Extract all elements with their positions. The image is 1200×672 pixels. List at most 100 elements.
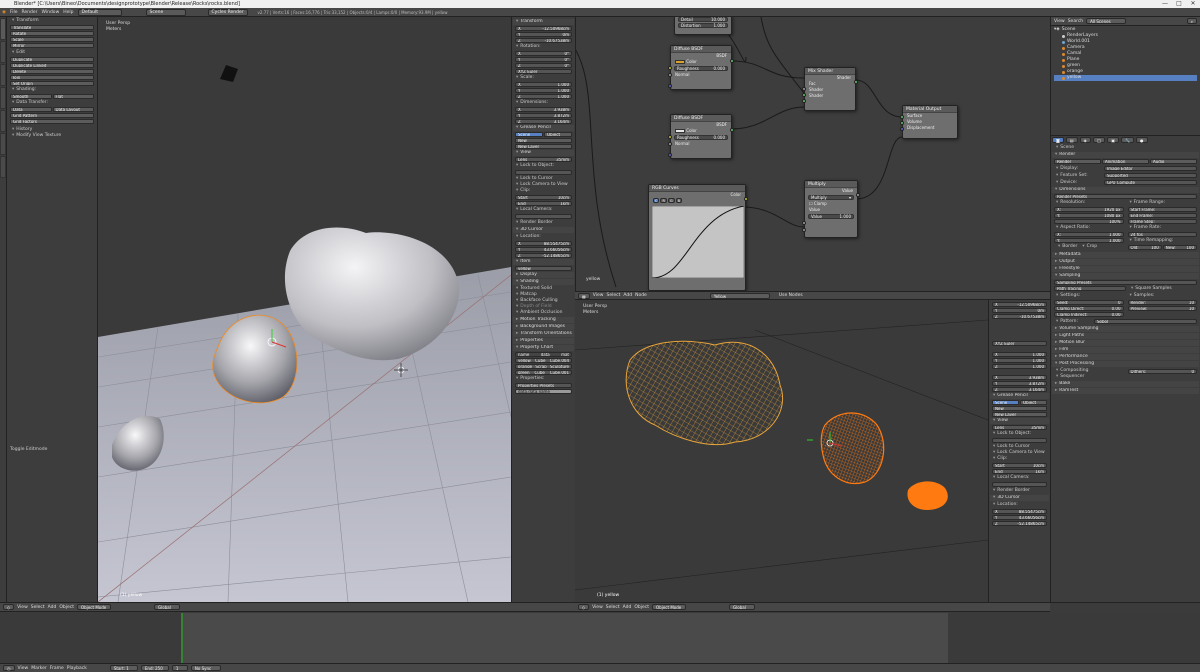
set-origin-button[interactable]: Set Origin <box>10 81 94 86</box>
grease-scene-button[interactable]: Scene <box>515 132 543 137</box>
sampling-presets-select[interactable]: Sampling Presets <box>1054 280 1197 285</box>
editor-type-icon[interactable]: ▦ <box>578 292 590 299</box>
node-diffuse-bsdf-1[interactable]: Diffuse BSDF BSDF Color Roughness 0.000 N… <box>668 45 734 90</box>
mode-select[interactable]: Object Mode <box>652 604 687 610</box>
section-modify-view[interactable]: Modify View Texture <box>8 133 96 139</box>
viewport-3d-secondary[interactable]: User Persp Meters (1) yellow <box>575 300 988 602</box>
lens-field[interactable]: Lens 35mm <box>515 157 572 162</box>
menu-select[interactable]: Select <box>606 605 620 610</box>
close-button[interactable]: ✕ <box>1186 0 1200 8</box>
tab-tools[interactable] <box>0 18 6 40</box>
pattern-select[interactable]: Sobol <box>1094 319 1197 324</box>
menu-add[interactable]: Add <box>48 605 57 610</box>
rotation-mode-select[interactable]: XYZ Euler <box>992 341 1047 346</box>
render-border-checkbox[interactable]: Render Border <box>513 220 574 226</box>
clip-start-field[interactable]: Start 10cm <box>992 463 1047 468</box>
panel-metadata[interactable]: Metadata <box>1052 252 1199 258</box>
rotation-z-field[interactable]: Z 0° <box>515 63 572 68</box>
menu-view[interactable]: View <box>18 666 29 671</box>
object-tab-icon[interactable]: ▣ <box>1107 137 1120 143</box>
feature-set-select[interactable]: Supported <box>1104 173 1197 178</box>
menu-node[interactable]: Node <box>635 293 647 298</box>
material-tab-icon[interactable]: ● <box>1136 137 1148 143</box>
render-tab-icon[interactable]: ◙ <box>1052 137 1064 143</box>
crop-checkbox[interactable]: Crop <box>1078 244 1098 250</box>
panel-item[interactable]: Item <box>513 259 574 265</box>
dither-field[interactable]: Dithers: 0 <box>1127 369 1197 374</box>
current-frame-field[interactable]: 1 <box>171 665 188 671</box>
data-button[interactable]: Data <box>10 107 52 112</box>
panel-grease-pencil[interactable]: Grease Pencil <box>513 125 574 131</box>
rotation-x-field[interactable]: X 0° <box>515 51 572 56</box>
lock-object-field[interactable] <box>515 170 572 175</box>
chart-row[interactable]: orange Scrap Sculpture <box>515 364 572 369</box>
layers-tab-icon[interactable]: ▤ <box>1065 137 1078 143</box>
material-select[interactable]: Yellow <box>709 292 770 299</box>
shader-output-socket[interactable] <box>854 80 858 84</box>
location-x-field[interactable]: X -12.50968cm <box>515 26 572 31</box>
math-operation-select[interactable]: Multiply ▾ <box>808 195 854 200</box>
dimension-y-field[interactable]: Y 3.872m <box>515 113 572 118</box>
preview-samples-field[interactable]: Preview: 10 <box>1127 306 1197 311</box>
color-input-socket[interactable] <box>668 135 672 139</box>
search-icon[interactable]: ⌕ <box>1186 18 1197 24</box>
panel-sampling[interactable]: Sampling <box>1052 273 1199 279</box>
rotate-button[interactable]: Rotate <box>10 31 94 36</box>
editor-type-icon[interactable]: ◇ <box>578 604 590 610</box>
timeline-track[interactable] <box>0 613 1200 663</box>
res-y-field[interactable]: Y: 1080 px <box>1054 213 1124 218</box>
value-input-socket-2[interactable] <box>802 228 806 232</box>
menu-view[interactable]: View <box>1054 19 1065 24</box>
modifier-tab-icon[interactable]: 🔧 <box>1121 137 1134 143</box>
scale-z-field[interactable]: Z 1.000 <box>992 364 1047 369</box>
chart-path-input[interactable]: data.data.name <box>515 389 572 394</box>
node-diffuse-bsdf-2[interactable]: Diffuse BSDF BSDF Color Roughness 0.000 N… <box>668 114 734 159</box>
panel-dimensions[interactable]: Dimensions <box>1052 187 1199 193</box>
channel-c-tab[interactable]: C <box>653 198 660 203</box>
channel-b-tab[interactable]: B <box>675 198 683 203</box>
rotation-y-field[interactable]: Y 0° <box>515 57 572 62</box>
node-mix-shader[interactable]: Mix Shader Shader Fac Shader Shader <box>802 67 858 111</box>
roughness-field[interactable]: Roughness 0.000 <box>674 135 728 140</box>
sync-select[interactable]: No Sync <box>190 665 221 671</box>
clamp-indirect-field[interactable]: Clamp Indirect: 0.00 <box>1054 312 1124 317</box>
bsdf-output-socket[interactable] <box>730 128 734 132</box>
panel-property-chart[interactable]: Property Chart <box>513 345 574 351</box>
frame-step-field[interactable]: Frame Step: <box>1127 219 1197 224</box>
menu-help[interactable]: Help <box>63 10 73 15</box>
scale-x-field[interactable]: X 1.000 <box>992 352 1047 357</box>
color-input-socket[interactable] <box>668 66 672 70</box>
panel-volume-sampling[interactable]: Volume Sampling <box>1052 326 1199 332</box>
start-frame-field[interactable]: Start: 1 <box>109 665 138 671</box>
render-presets-select[interactable]: Render Presets <box>1054 194 1197 199</box>
delete-button[interactable]: Delete <box>10 69 94 74</box>
grease-new-button[interactable]: New <box>515 138 572 143</box>
panel-3d-cursor[interactable]: 3D Cursor <box>513 227 574 233</box>
panel-light-paths[interactable]: Light Paths <box>1052 333 1199 339</box>
device-select[interactable]: GPU Compute <box>1104 180 1197 185</box>
render-border-checkbox[interactable]: Render Border <box>990 488 1049 494</box>
channel-g-tab[interactable]: G <box>667 198 675 203</box>
new-field[interactable]: New: 100 <box>1162 245 1197 250</box>
camera-object[interactable] <box>220 65 238 82</box>
curve-widget[interactable] <box>651 205 745 279</box>
clip-start-field[interactable]: Start 10cm <box>515 195 572 200</box>
grease-object-button[interactable]: Object <box>544 132 572 137</box>
bsdf-output-socket[interactable] <box>730 59 734 63</box>
grid-factors-button[interactable]: Grid Factors <box>10 119 94 124</box>
aspect-y-field[interactable]: Y: 1.000 <box>1054 238 1124 243</box>
smooth-button[interactable]: Smooth <box>10 94 52 99</box>
menu-object[interactable]: Object <box>59 605 74 610</box>
fac-input-socket[interactable] <box>802 87 806 91</box>
scale-y-field[interactable]: Y 1.000 <box>515 88 572 93</box>
scale-button[interactable]: Scale <box>10 37 94 42</box>
audio-button[interactable]: Audio <box>1150 159 1197 164</box>
layout-select[interactable]: Default <box>77 8 122 16</box>
start-frame-field[interactable]: Start Frame: <box>1127 207 1197 212</box>
menu-marker[interactable]: Marker <box>31 666 47 671</box>
detail-field[interactable]: Detail 10.000 <box>678 17 728 22</box>
use-nodes-checkbox[interactable]: Use Nodes <box>779 293 803 298</box>
scene-select[interactable]: Scene <box>145 8 186 16</box>
location-y-field[interactable]: Y 0m <box>515 32 572 37</box>
engine-select[interactable]: Cycles Render <box>207 8 248 16</box>
